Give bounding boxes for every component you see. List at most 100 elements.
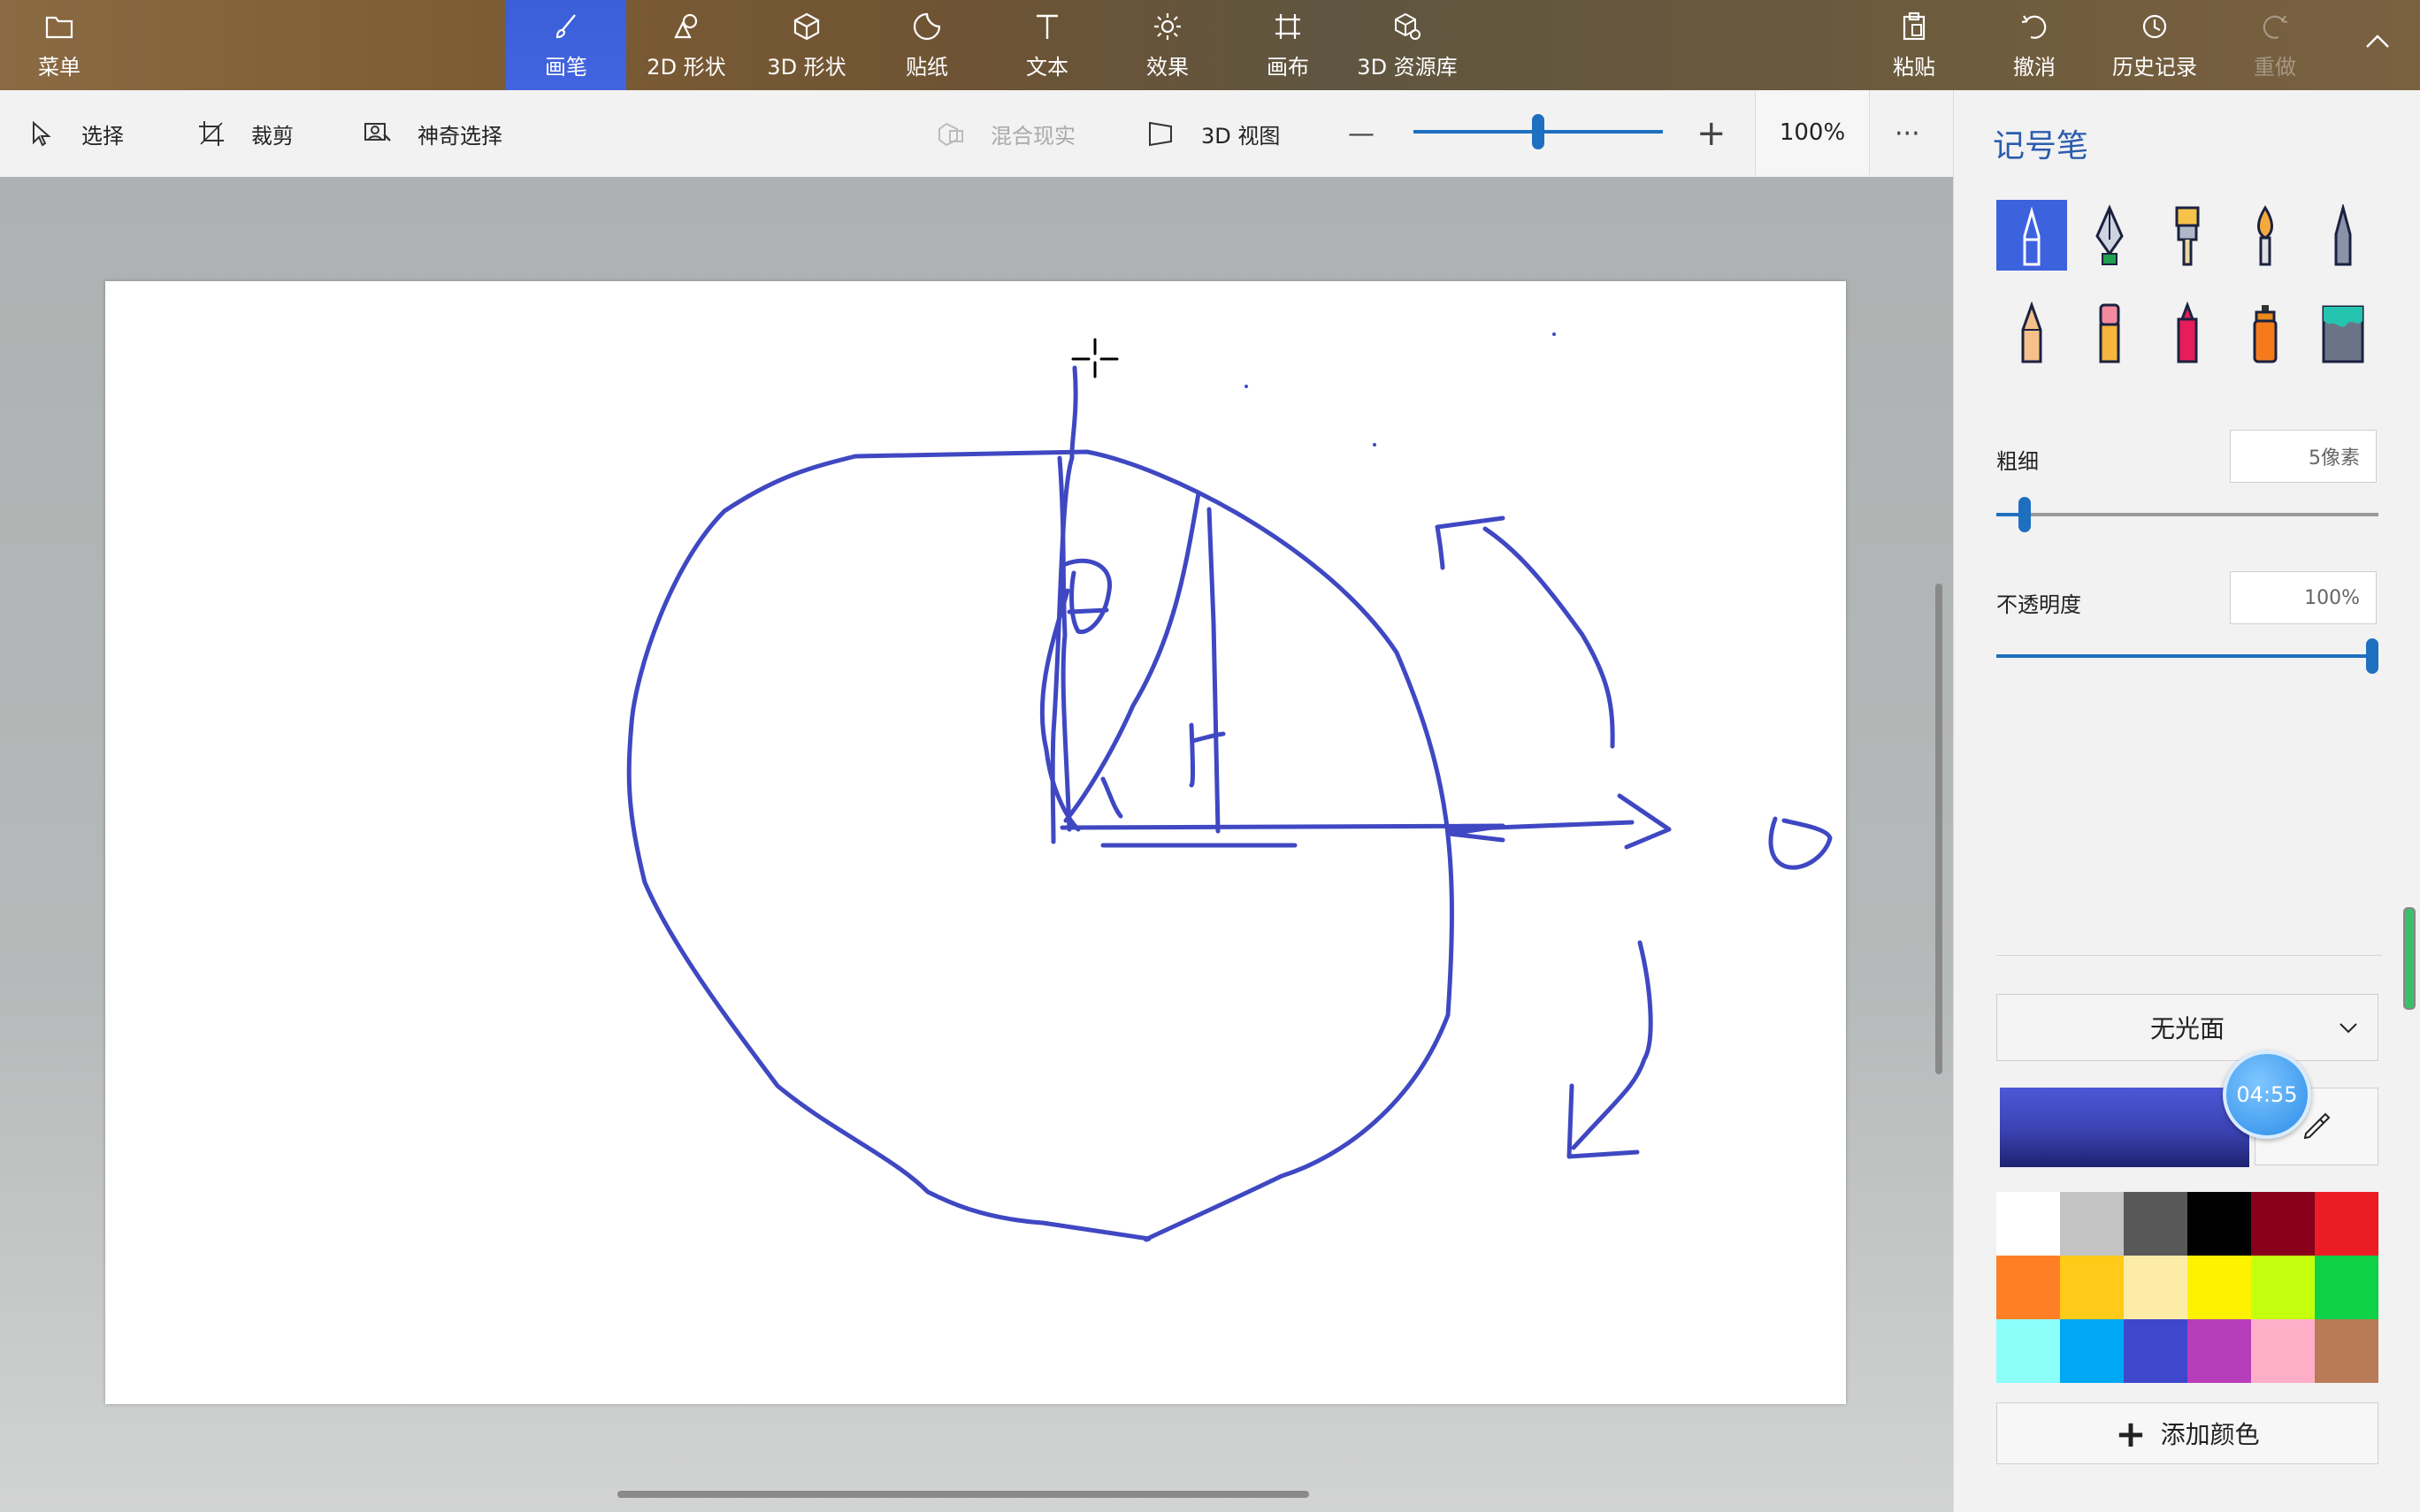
thickness-slider-track (1996, 513, 2378, 516)
zoom-slider[interactable] (1413, 90, 1663, 177)
zoom-in-button[interactable]: + (1696, 90, 1727, 177)
brush-fill[interactable] (2308, 297, 2378, 368)
zoom-out-button[interactable]: — (1348, 90, 1375, 177)
color-swatch[interactable] (1996, 1256, 2060, 1319)
redo-button[interactable]: 重做 (2215, 0, 2335, 90)
zoom-slider-thumb[interactable] (1532, 114, 1544, 149)
panel-scrollbar[interactable] (2403, 907, 2416, 1010)
more-options-button[interactable]: ··· (1895, 90, 1920, 177)
mixed-reality-icon (938, 122, 963, 147)
brush-spray-can[interactable] (2230, 297, 2301, 368)
brush-eraser[interactable] (2074, 297, 2145, 368)
color-swatch[interactable] (2251, 1256, 2315, 1319)
cursor-icon (33, 120, 51, 147)
zoom-in-label: + (1696, 113, 1727, 154)
view-3d-button[interactable]: 3D 视图 (1146, 90, 1280, 177)
magic-select-tool[interactable]: 神奇选择 (363, 90, 502, 177)
add-color-label: 添加颜色 (2160, 1420, 2260, 1449)
opacity-input[interactable]: 100% (2230, 571, 2377, 624)
plus-icon: + (2115, 1411, 2147, 1455)
color-swatch[interactable] (2124, 1256, 2187, 1319)
tab-label: 3D 资源库 (1357, 54, 1458, 80)
add-color-button[interactable]: + 添加颜色 (1996, 1402, 2378, 1464)
paste-icon (1903, 11, 1926, 40)
brush-marker[interactable] (1996, 200, 2067, 271)
opacity-label: 不透明度 (1996, 592, 2081, 617)
color-swatch[interactable] (2187, 1192, 2251, 1256)
zoom-value-box[interactable]: 100% (1755, 90, 1870, 175)
color-swatch[interactable] (2060, 1192, 2124, 1256)
crop-tool[interactable]: 裁剪 (196, 90, 294, 177)
drawing-canvas[interactable] (105, 281, 1846, 1404)
brush-watercolor[interactable] (2230, 200, 2301, 271)
curved-arrow-bottom (1566, 940, 1653, 1159)
tab-effects[interactable]: 效果 (1107, 0, 1228, 90)
action-label: 历史记录 (2112, 54, 2197, 80)
tab-3d-shapes[interactable]: 3D 形状 (747, 0, 867, 90)
oil-brush-icon (2175, 206, 2200, 266)
thickness-slider-thumb[interactable] (2018, 497, 2031, 532)
crayon-icon (2177, 302, 2198, 363)
color-swatch[interactable] (2124, 1192, 2187, 1256)
color-swatch[interactable] (2251, 1319, 2315, 1383)
color-swatch[interactable] (2315, 1192, 2378, 1256)
canvas-vertical-scrollbar[interactable] (1935, 584, 1942, 1074)
tab-brushes[interactable]: 画笔 (506, 0, 626, 90)
finish-dropdown[interactable]: 无光面 (1996, 994, 2378, 1061)
undo-button[interactable]: 撤消 (1974, 0, 2095, 90)
color-swatch[interactable] (2124, 1319, 2187, 1383)
thickness-input[interactable]: 5像素 (2230, 430, 2377, 483)
triangle-base (1060, 823, 1505, 843)
thickness-slider[interactable] (1996, 488, 2378, 541)
timer-badge: 04:55 (2223, 1050, 2311, 1139)
mixed-reality-button[interactable]: 混合现实 (936, 90, 1076, 177)
chevron-down-icon (2340, 1023, 2357, 1034)
current-color-swatch[interactable] (2000, 1088, 2249, 1167)
redo-icon (2263, 14, 2288, 39)
tab-stickers[interactable]: 贴纸 (867, 0, 987, 90)
view-3d-label: 3D 视图 (1201, 123, 1281, 149)
color-swatch[interactable] (1996, 1192, 2060, 1256)
history-button[interactable]: 历史记录 (2095, 0, 2215, 90)
action-label: 撤消 (2013, 54, 2056, 80)
brush-calligraphy[interactable] (2074, 200, 2145, 271)
brush-pencil[interactable] (1996, 297, 2067, 368)
ribbon: 菜单 画笔 2D 形状 3D 形状 贴纸 文本 效果 画布 3D 资源库 粘贴 … (0, 0, 2420, 90)
color-swatch[interactable] (2315, 1256, 2378, 1319)
tab-label: 画布 (1267, 54, 1309, 80)
tab-canvas[interactable]: 画布 (1228, 0, 1348, 90)
brush-pixel-pen[interactable] (2308, 200, 2378, 271)
tab-label: 效果 (1146, 54, 1189, 80)
tab-label: 画笔 (545, 54, 587, 80)
color-swatch[interactable] (1996, 1319, 2060, 1383)
paste-button[interactable]: 粘贴 (1854, 0, 1974, 90)
stray-dot (1552, 332, 1556, 336)
color-swatch[interactable] (2315, 1319, 2378, 1383)
select-tool[interactable]: 选择 (27, 90, 124, 177)
color-swatch[interactable] (2060, 1319, 2124, 1383)
circle-stroke (626, 449, 1454, 1242)
menu-button[interactable]: 菜单 (0, 0, 119, 90)
timer-value: 04:55 (2236, 1082, 2298, 1107)
color-swatch[interactable] (2187, 1256, 2251, 1319)
brush-oil[interactable] (2152, 200, 2223, 271)
opacity-slider[interactable] (1996, 630, 2378, 683)
brush-crayon[interactable] (2152, 297, 2223, 368)
collapse-ribbon-button[interactable] (2335, 0, 2420, 90)
color-swatch[interactable] (2187, 1319, 2251, 1383)
color-swatch[interactable] (2060, 1256, 2124, 1319)
canvas-horizontal-scrollbar[interactable] (617, 1491, 1309, 1498)
sticker-icon (913, 12, 941, 40)
thickness-value: 5像素 (2309, 447, 2360, 470)
canvas-icon (1275, 13, 1300, 39)
letter-o-stroke (1768, 816, 1833, 870)
chevron-up-icon (2366, 34, 2389, 48)
color-swatch[interactable] (2251, 1192, 2315, 1256)
shapes-2d-icon (674, 13, 698, 38)
tab-3d-library[interactable]: 3D 资源库 (1348, 0, 1467, 90)
menu-label: 菜单 (38, 54, 80, 80)
tab-text[interactable]: 文本 (987, 0, 1107, 90)
opacity-slider-thumb[interactable] (2366, 638, 2378, 674)
tab-2d-shapes[interactable]: 2D 形状 (626, 0, 747, 90)
undo-icon (2021, 14, 2047, 39)
